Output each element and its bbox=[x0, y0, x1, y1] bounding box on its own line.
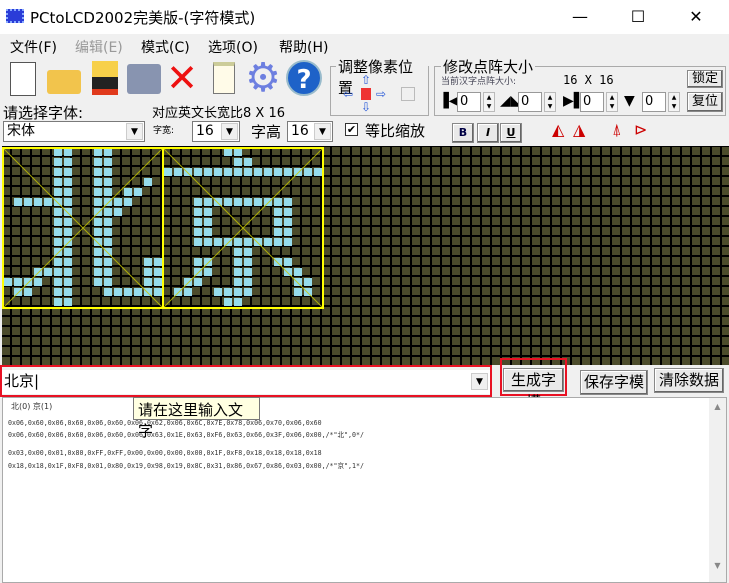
menu-edit[interactable]: 编辑(E) bbox=[75, 37, 123, 57]
rotate-left-icon[interactable]: ◭ bbox=[552, 120, 564, 139]
chevron-down-icon: ▼ bbox=[314, 123, 331, 140]
preview-box bbox=[401, 87, 415, 101]
code-line: 0x06,0x60,0x06,0x60,0x06,0x60,0x06,0x63,… bbox=[8, 431, 364, 439]
menu-bar: 文件(F) 编辑(E) 模式(C) 选项(O) 帮助(H) bbox=[0, 34, 729, 56]
top-margin-spinner[interactable]: ▲ ▼ bbox=[544, 92, 556, 112]
flip-vertical-icon[interactable]: ⍋ bbox=[612, 120, 622, 140]
maximize-button[interactable]: ☐ bbox=[615, 4, 661, 30]
reset-button[interactable]: 复位 bbox=[687, 92, 723, 112]
text-input[interactable]: 北京| ▼ bbox=[2, 370, 490, 394]
pixel-grid[interactable] bbox=[2, 146, 729, 365]
menu-file[interactable]: 文件(F) bbox=[10, 37, 57, 57]
generate-button[interactable]: 生成字模 bbox=[503, 368, 564, 411]
pixel-adjust-group: 调整像素位置 ⇧ ⇦ ⇨ ⇩ bbox=[330, 56, 429, 116]
char-width-select[interactable]: 16 ▼ bbox=[192, 121, 240, 142]
move-up-icon[interactable]: ⇧ bbox=[361, 73, 371, 87]
left-margin-input[interactable]: 0 bbox=[457, 92, 481, 112]
font-value: 宋体 bbox=[7, 123, 35, 139]
current-size-label: 当前汉字点阵大小: bbox=[441, 77, 517, 87]
new-icon[interactable] bbox=[4, 58, 42, 98]
clear-button[interactable]: 清除数据 bbox=[654, 368, 724, 393]
move-left-icon[interactable]: ⇦ bbox=[343, 87, 353, 101]
right-margin-spinner[interactable]: ▲ ▼ bbox=[606, 92, 618, 112]
bottom-margin-input[interactable]: 0 bbox=[642, 92, 666, 112]
left-margin-spinner[interactable]: ▲ ▼ bbox=[483, 92, 495, 112]
char-width-label: 字宽: bbox=[153, 126, 175, 136]
chevron-down-icon[interactable]: ▼ bbox=[471, 373, 488, 390]
center-icon[interactable] bbox=[361, 88, 371, 100]
import-icon[interactable] bbox=[124, 58, 162, 98]
text-input-value: 北京 bbox=[4, 372, 35, 390]
code-line: 0x18,0x18,0x1F,0xF8,0x01,0x80,0x19,0x98,… bbox=[8, 462, 364, 470]
glyph-frames bbox=[2, 147, 324, 309]
app-icon bbox=[6, 9, 24, 23]
code-line: 0x06,0x60,0x06,0x60,0x06,0x60,0x06,0x62,… bbox=[8, 419, 322, 427]
scrollbar[interactable]: ▲ ▼ bbox=[709, 398, 726, 582]
input-tooltip: 请在这里输入文字 bbox=[133, 397, 260, 440]
bottom-margin-spinner[interactable]: ▲ ▼ bbox=[668, 92, 680, 112]
title-bar: PCtoLCD2002完美版-(字符模式) — ☐ ✕ bbox=[0, 0, 729, 34]
font-select[interactable]: 宋体 ▼ bbox=[3, 121, 145, 142]
chevron-down-icon: ▼ bbox=[221, 123, 238, 140]
delete-icon[interactable]: ✕ bbox=[163, 58, 201, 98]
flip-horizontal-icon[interactable]: ⊳ bbox=[634, 120, 647, 139]
top-margin-input[interactable]: 0 bbox=[518, 92, 542, 112]
code-line: 0x03,0x00,0x01,0x80,0xFF,0xFF,0x00,0x00,… bbox=[8, 449, 322, 457]
help-icon[interactable]: ? bbox=[284, 58, 322, 98]
save-icon[interactable] bbox=[86, 58, 124, 98]
rotate-right-icon[interactable]: ◮ bbox=[573, 120, 585, 139]
char-height-label: 字高 bbox=[251, 123, 282, 141]
bold-button[interactable]: B bbox=[452, 123, 474, 143]
char-height-value: 16 bbox=[291, 123, 309, 139]
menu-help[interactable]: 帮助(H) bbox=[279, 37, 328, 57]
minimize-button[interactable]: — bbox=[557, 4, 603, 30]
open-icon[interactable] bbox=[44, 58, 82, 98]
lock-button[interactable]: 锁定 bbox=[687, 70, 723, 88]
move-right-icon[interactable]: ⇨ bbox=[376, 87, 386, 101]
menu-options[interactable]: 选项(O) bbox=[208, 37, 258, 57]
output-textarea[interactable]: 北(0) 京(1) 0x06,0x60,0x06,0x60,0x06,0x60,… bbox=[2, 397, 727, 583]
current-size-value: 16 X 16 bbox=[563, 73, 614, 87]
window-title: PCtoLCD2002完美版-(字符模式) bbox=[30, 9, 256, 27]
proportional-label: 等比缩放 bbox=[365, 122, 426, 140]
ratio-label: 对应英文长宽比8 X 16 bbox=[152, 106, 285, 121]
right-margin-input[interactable]: 0 bbox=[580, 92, 604, 112]
close-button[interactable]: ✕ bbox=[673, 4, 719, 30]
italic-button[interactable]: I bbox=[477, 123, 499, 143]
char-index: 北(0) 京(1) bbox=[11, 402, 53, 411]
char-height-select[interactable]: 16 ▼ bbox=[287, 121, 333, 142]
char-width-value: 16 bbox=[196, 123, 214, 139]
proportional-checkbox[interactable]: ✔ bbox=[345, 123, 358, 136]
notepad-icon[interactable] bbox=[205, 58, 243, 98]
chevron-down-icon: ▼ bbox=[126, 123, 143, 140]
menu-mode[interactable]: 模式(C) bbox=[141, 37, 190, 57]
font-label: 请选择字体: bbox=[3, 104, 84, 122]
bottom-margin-icon: ▼ bbox=[624, 93, 635, 109]
settings-icon[interactable]: ⚙ bbox=[244, 58, 282, 98]
save-font-button[interactable]: 保存字模 bbox=[580, 370, 648, 395]
move-down-icon[interactable]: ⇩ bbox=[361, 100, 371, 114]
underline-button[interactable]: U bbox=[500, 123, 522, 143]
